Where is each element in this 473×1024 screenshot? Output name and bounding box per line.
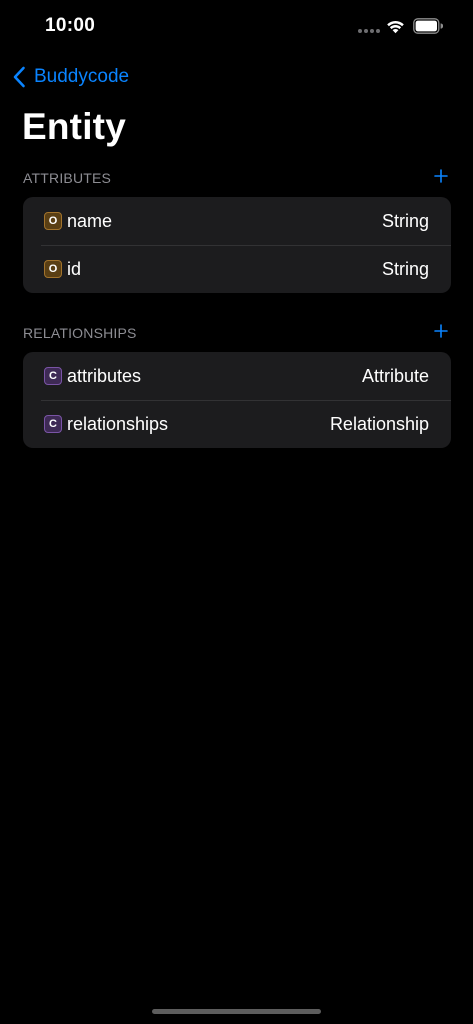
attributes-list: O name String O id String xyxy=(23,197,451,293)
attribute-name: id xyxy=(67,258,82,279)
chevron-left-icon xyxy=(13,66,25,88)
attribute-type: String xyxy=(381,210,429,231)
back-button[interactable]: Buddycode xyxy=(12,63,129,91)
status-bar: 10:00 xyxy=(0,0,473,54)
add-attribute-button[interactable] xyxy=(433,166,449,186)
status-time: 10:00 xyxy=(45,15,96,36)
optional-badge-icon: O xyxy=(44,260,62,278)
relationship-type: Relationship xyxy=(329,413,429,434)
attribute-row-name[interactable]: O name String xyxy=(23,197,451,245)
attributes-section-header: ATTRIBUTES xyxy=(23,169,451,190)
home-indicator[interactable] xyxy=(152,1009,321,1014)
battery-icon xyxy=(413,18,443,34)
optional-badge-icon: O xyxy=(44,212,62,230)
relationships-section-header: RELATIONSHIPS xyxy=(23,324,451,345)
wifi-icon xyxy=(387,20,404,34)
attribute-row-id[interactable]: O id String xyxy=(23,245,451,293)
relationships-list: C attributes Attribute C relationships R… xyxy=(23,352,451,448)
relationship-row-attributes[interactable]: C attributes Attribute xyxy=(23,352,451,400)
cellular-signal-icon xyxy=(358,29,380,33)
relationships-section-title: RELATIONSHIPS xyxy=(23,325,137,341)
page-title: Entity xyxy=(22,106,126,147)
attribute-type: String xyxy=(381,258,429,279)
relationship-name: attributes xyxy=(67,365,142,386)
attribute-name: name xyxy=(67,210,113,231)
back-button-label: Buddycode xyxy=(34,66,130,87)
class-badge-icon: C xyxy=(44,367,62,385)
add-relationship-button[interactable] xyxy=(433,321,449,341)
relationship-row-relationships[interactable]: C relationships Relationship xyxy=(23,400,451,448)
relationship-name: relationships xyxy=(67,413,169,434)
relationship-type: Attribute xyxy=(361,365,429,386)
class-badge-icon: C xyxy=(44,415,62,433)
attributes-section-title: ATTRIBUTES xyxy=(23,170,112,186)
